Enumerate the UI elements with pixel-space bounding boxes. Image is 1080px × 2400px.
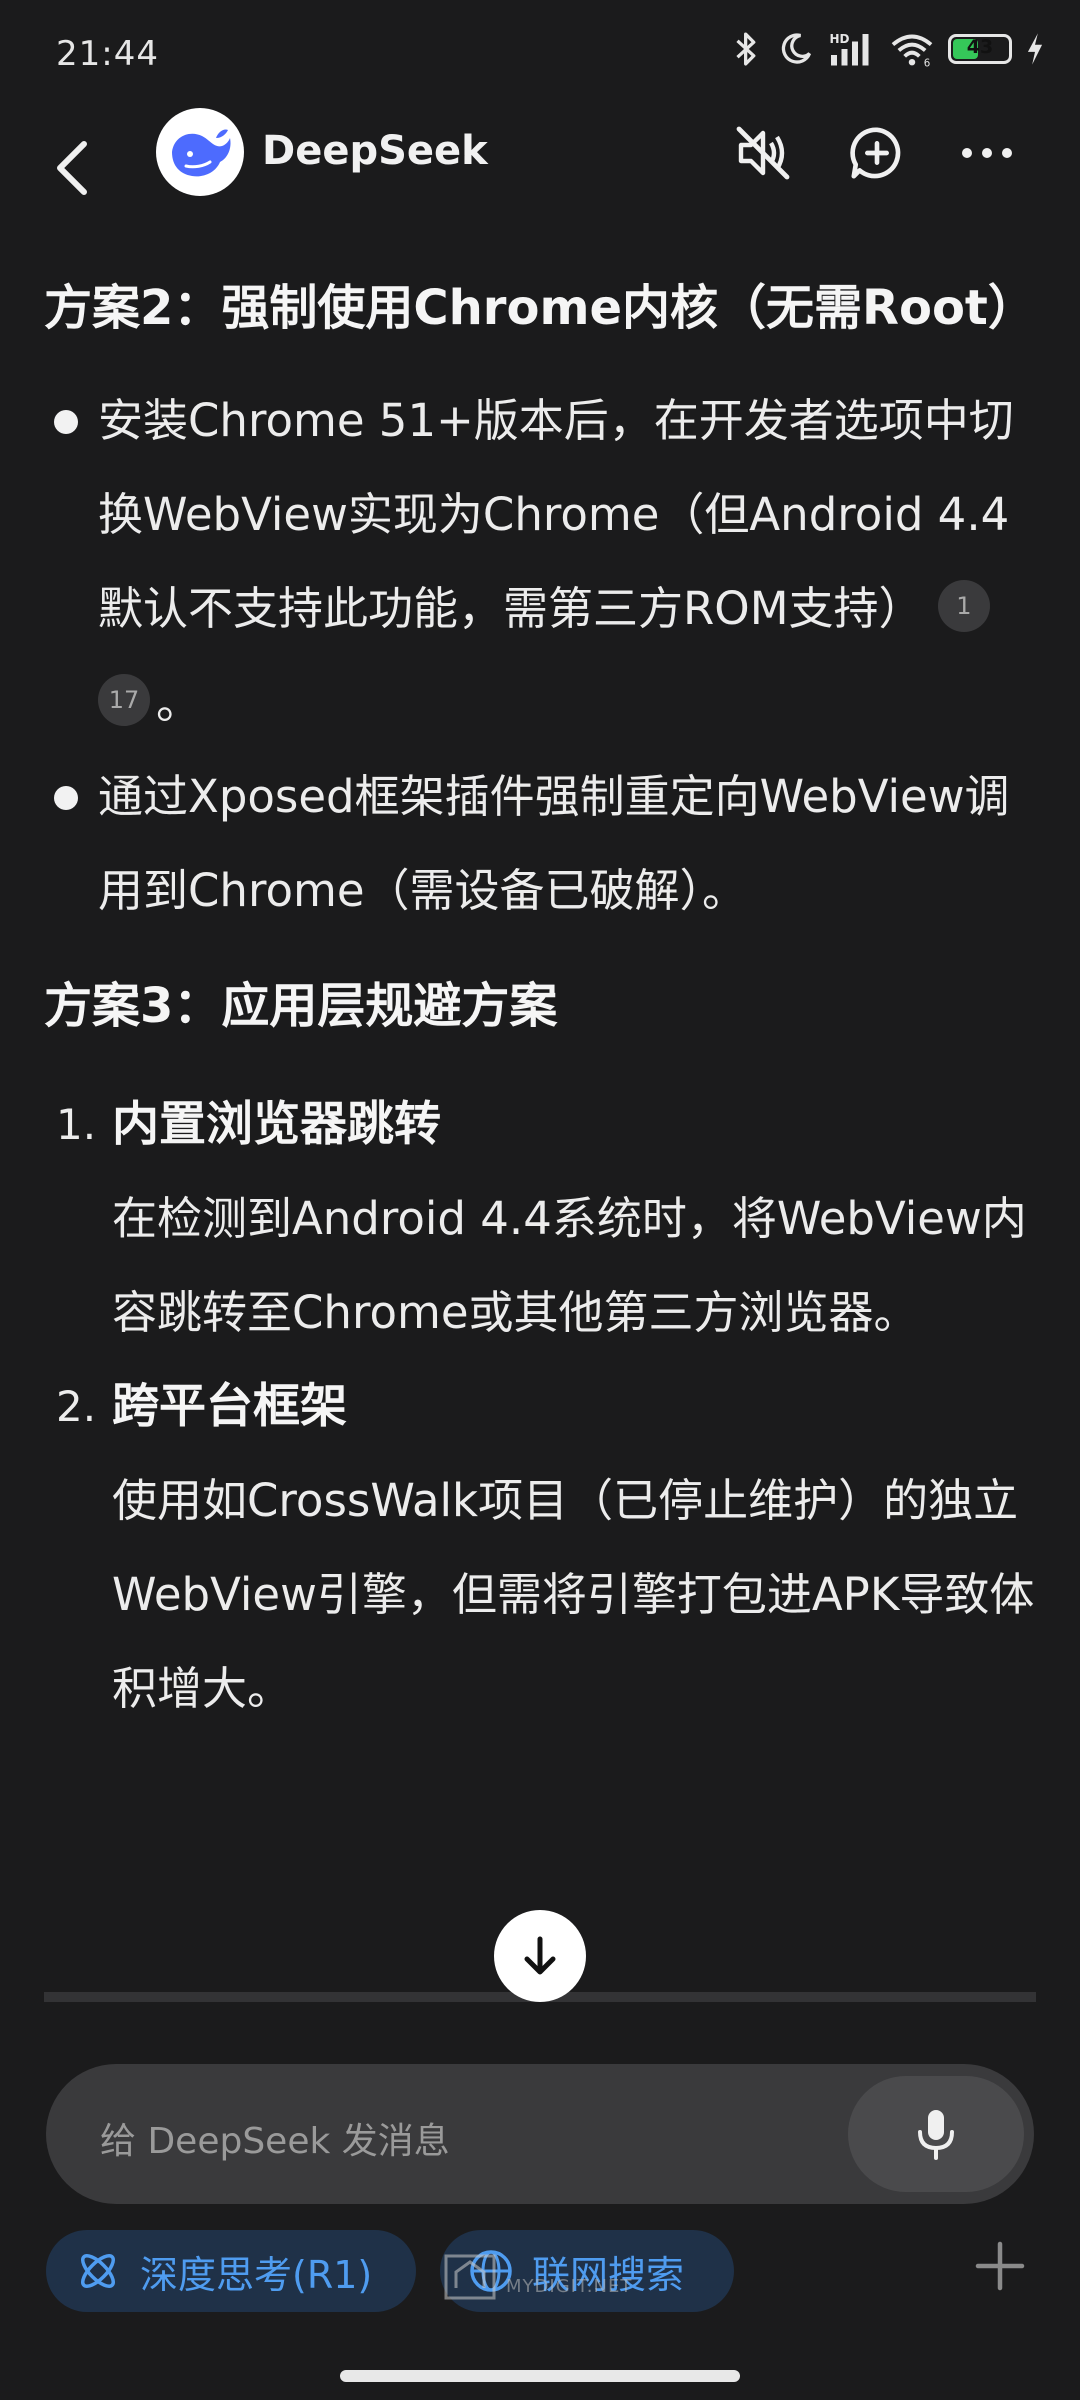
deep-think-label: 深度思考(R1) — [140, 2252, 373, 2297]
plan3-list: 1. 内置浏览器跳转 在检测到Android 4.4系统时，将WebView内容… — [44, 1078, 1042, 1736]
citation-badge[interactable]: 17 — [98, 674, 150, 726]
status-bar: 21:44 HD 6 43 — [0, 0, 1080, 112]
wifi-icon: 6 — [891, 34, 933, 67]
more-options-button[interactable] — [952, 118, 1022, 188]
scroll-to-bottom-button[interactable] — [494, 1910, 586, 2002]
atom-icon — [81, 2254, 115, 2288]
voice-input-button[interactable] — [848, 2076, 1024, 2192]
item-title: 跨平台框架 — [112, 1379, 347, 1434]
attach-button[interactable] — [972, 2238, 1028, 2294]
svg-text:HD: HD — [830, 32, 850, 46]
plus-icon — [975, 2241, 1025, 2291]
item-body: 使用如CrossWalk项目（已停止维护）的独立WebView引擎，但需将引擎打… — [112, 1474, 1035, 1715]
item-number: 1. — [56, 1100, 97, 1149]
message-content: 方案2：强制使用Chrome内核（无需Root） 安装Chrome 51+版本后… — [44, 262, 1042, 1736]
status-time: 21:44 — [56, 34, 159, 74]
back-arrow-icon — [57, 141, 87, 195]
message-input[interactable]: 给 DeepSeek 发消息 — [46, 2064, 1034, 2204]
new-chat-icon — [850, 127, 901, 179]
plan2-heading: 方案2：强制使用Chrome内核（无需Root） — [44, 280, 1036, 336]
bullet-text: 通过Xposed框架插件强制重定向WebView调用到Chrome（需设备已破解… — [98, 770, 1010, 917]
cellular-signal-icon: HD — [830, 32, 869, 66]
svg-text:6: 6 — [924, 58, 931, 67]
watermark: MYDIGIT.NET — [442, 2248, 632, 2304]
bluetooth-icon — [736, 32, 756, 66]
back-button[interactable] — [44, 128, 108, 208]
deepseek-whale-icon — [172, 129, 231, 177]
charging-icon — [1027, 33, 1043, 65]
moon-icon — [781, 33, 812, 64]
list-item: 通过Xposed框架插件强制重定向WebView调用到Chrome（需设备已破解… — [44, 750, 1042, 938]
arrow-down-icon — [524, 1936, 556, 1975]
plan2-list: 安装Chrome 51+版本后，在开发者选项中切换WebView实现为Chrom… — [44, 374, 1042, 938]
speaker-off-icon — [736, 126, 790, 180]
new-chat-button[interactable] — [842, 118, 912, 188]
input-placeholder: 给 DeepSeek 发消息 — [100, 2121, 450, 2162]
item-number: 2. — [56, 1382, 97, 1431]
battery-level: 43 — [966, 36, 994, 58]
list-item: 2. 跨平台框架 使用如CrossWalk项目（已停止维护）的独立WebView… — [44, 1360, 1042, 1736]
mute-speaker-button[interactable] — [728, 118, 798, 188]
watermark-logo — [444, 2254, 496, 2300]
bullet-dot — [54, 410, 78, 434]
bullet-dot — [54, 786, 78, 810]
item-body: 在检测到Android 4.4系统时，将WebView内容跳转至Chrome或其… — [112, 1192, 1027, 1339]
deep-think-toggle[interactable]: 深度思考(R1) — [46, 2230, 416, 2312]
battery-indicator: 43 — [948, 34, 1012, 64]
item-title: 内置浏览器跳转 — [112, 1097, 441, 1152]
bullet-suffix: 。 — [156, 676, 202, 729]
bullet-text: 安装Chrome 51+版本后，在开发者选项中切换WebView实现为Chrom… — [98, 394, 1014, 635]
deepseek-avatar — [156, 108, 244, 196]
watermark-text: MYDIGIT.NET — [506, 2276, 633, 2297]
plan3-heading: 方案3：应用层规避方案 — [44, 978, 558, 1034]
app-title: DeepSeek — [262, 128, 488, 174]
citation-badge[interactable]: 1 — [937, 580, 990, 632]
status-icons: HD 6 43 — [730, 30, 1044, 68]
microphone-icon — [918, 2110, 954, 2160]
more-dots-icon — [962, 148, 1012, 158]
home-indicator[interactable] — [340, 2370, 740, 2382]
list-item: 安装Chrome 51+版本后，在开发者选项中切换WebView实现为Chrom… — [44, 374, 1042, 750]
list-item: 1. 内置浏览器跳转 在检测到Android 4.4系统时，将WebView内容… — [44, 1078, 1042, 1360]
